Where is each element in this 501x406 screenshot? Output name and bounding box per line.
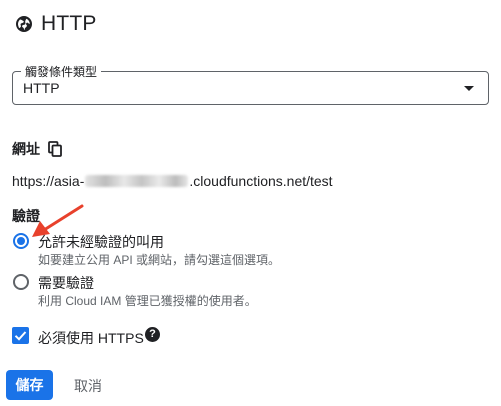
function-url[interactable]: https://asia- .cloudfunctions.net/test: [12, 173, 333, 189]
help-icon[interactable]: ?: [145, 327, 160, 342]
url-section: 網址: [12, 139, 62, 159]
url-prefix: https://asia-: [12, 173, 85, 189]
save-button[interactable]: 儲存: [6, 370, 53, 400]
page-title: HTTP: [41, 12, 97, 35]
url-suffix: .cloudfunctions.net/test: [189, 173, 333, 189]
redacted-region: [85, 175, 189, 187]
page-header: HTTP: [15, 12, 97, 36]
radio-allow-unauthenticated[interactable]: [13, 233, 29, 249]
url-label: 網址: [12, 141, 40, 157]
radio-require-auth[interactable]: [13, 274, 29, 290]
globe-icon: [16, 16, 32, 32]
trigger-type-label: 觸發條件類型: [21, 63, 102, 80]
option-title: 需要驗證: [38, 275, 94, 291]
copy-icon[interactable]: [48, 141, 62, 157]
checkmark-icon: [14, 331, 27, 341]
option-subtitle: 如要建立公用 API 或網站，請勾選這個選項。: [38, 253, 281, 267]
option-subtitle: 利用 Cloud IAM 管理已獲授權的使用者。: [38, 294, 257, 308]
https-checkbox[interactable]: [12, 327, 29, 344]
cancel-button[interactable]: 取消: [74, 376, 102, 396]
trigger-type-value: HTTP: [23, 80, 60, 96]
dropdown-arrow-icon[interactable]: [464, 86, 474, 91]
https-label: 必須使用 HTTPS: [38, 330, 144, 346]
trigger-type-select[interactable]: 觸發條件類型 HTTP: [12, 63, 489, 105]
option-title: 允許未經驗證的叫用: [38, 234, 164, 250]
